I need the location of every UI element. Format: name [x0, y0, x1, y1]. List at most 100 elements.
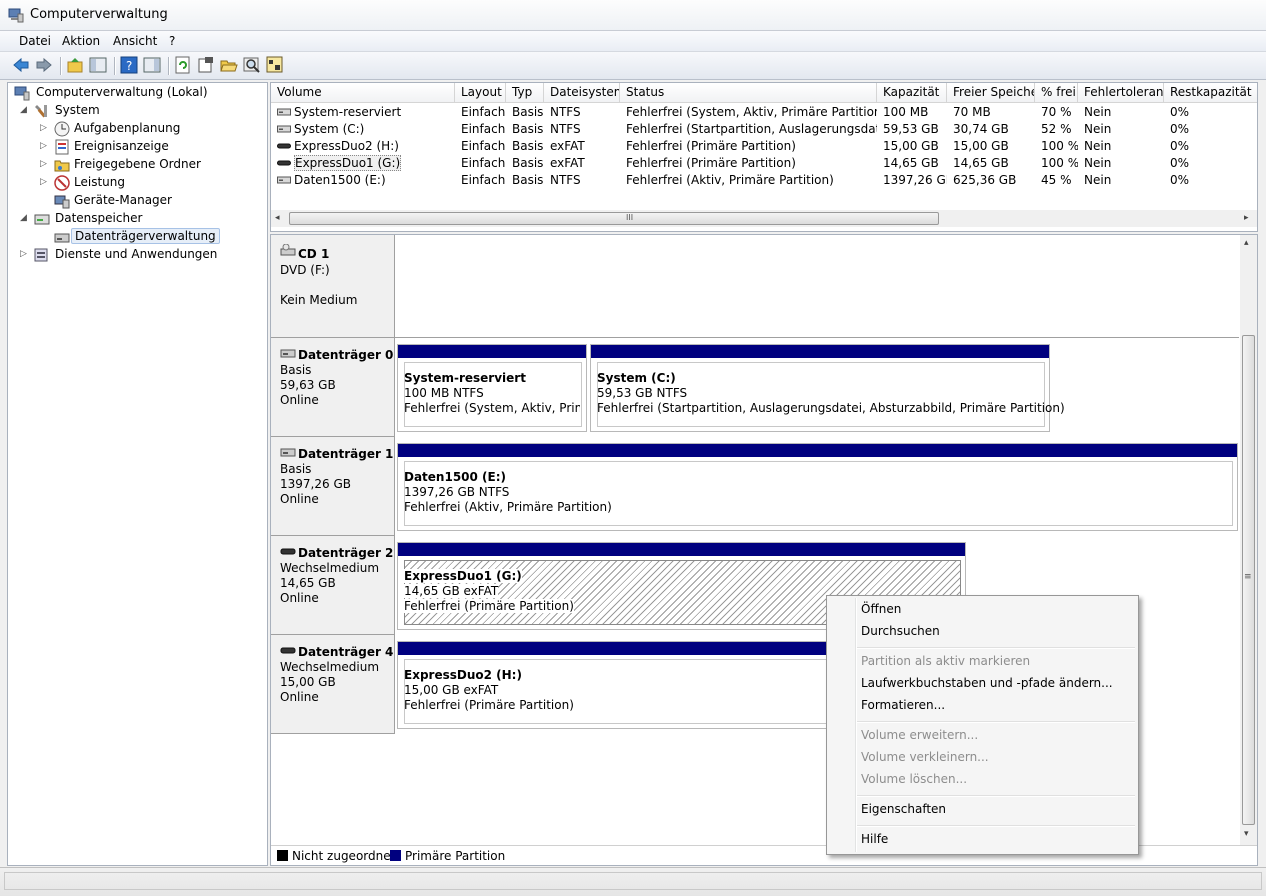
table-row[interactable]: ExpressDuo1 (G:) Einfach Basis exFAT Fehlerf…	[271, 155, 1257, 172]
scroll-left-icon[interactable]: ◂	[275, 213, 280, 223]
disk-row-1[interactable]: Datenträger 1 Basis 1397,26 GB Online Da…	[271, 437, 1239, 536]
tree-item-geraete-manager[interactable]: Geräte-Manager	[12, 192, 262, 210]
menu-aktion[interactable]: Aktion	[62, 34, 100, 48]
table-row[interactable]: System-reserviert Einfach Basis NTFS Fehlerf…	[271, 104, 1257, 121]
cell-text: Einfach	[461, 173, 506, 187]
disk-label[interactable]: Datenträger 2 Wechselmedium 14,65 GB Onl…	[271, 536, 395, 635]
disk-label[interactable]: Datenträger 0 Basis 59,63 GB Online	[271, 338, 395, 437]
disk-settings-icon[interactable]	[266, 56, 284, 74]
column-header-kapazitaet[interactable]: Kapazität	[877, 83, 947, 102]
expand-icon[interactable]: ▷	[20, 249, 30, 259]
tree-item-freigegebene-ordner[interactable]: ▷ Freigegebene Ordner	[12, 156, 262, 174]
computer-management-icon	[8, 8, 24, 23]
cell-text: 45 %	[1041, 173, 1072, 187]
show-hide-action-pane-icon[interactable]	[143, 56, 161, 74]
table-row[interactable]: ExpressDuo2 (H:) Einfach Basis exFAT Fehlerf…	[271, 138, 1257, 155]
partition-system-reserved[interactable]: System-reserviert 100 MB NTFS Fehlerfrei…	[397, 344, 587, 432]
scroll-down-icon[interactable]: ▾	[1244, 829, 1249, 839]
menu-item-volume-erweitern[interactable]: Volume erweitern...	[861, 728, 978, 742]
disk-row-cd1[interactable]: CD 1 DVD (F:) Kein Medium	[271, 235, 1239, 338]
table-cell: ExpressDuo1 (G:)	[271, 155, 455, 172]
search-icon[interactable]	[243, 56, 261, 74]
vertical-scrollbar[interactable]: ▴ ≡ ▾	[1240, 235, 1257, 845]
column-header-volume[interactable]: Volume	[271, 83, 455, 102]
scrollbar-thumb[interactable]: III	[289, 212, 939, 225]
disk-row-0[interactable]: Datenträger 0 Basis 59,63 GB Online Syst…	[271, 338, 1239, 437]
partition-system-c[interactable]: System (C:) 59,53 GB NTFS Fehlerfrei (St…	[590, 344, 1065, 432]
table-row[interactable]: Daten1500 (E:) Einfach Basis NTFS Fehlerfrei…	[271, 172, 1257, 189]
volume-list: Volume Layout Typ Dateisystem Status Kap…	[270, 82, 1258, 232]
disk-state: Online	[280, 591, 319, 605]
table-cell: Fehlerfrei (Aktiv, Primäre Partition)	[620, 172, 877, 189]
context-menu: Öffnen Durchsuchen Partition als aktiv m…	[826, 595, 1139, 855]
tree-item-ereignisanzeige[interactable]: ▷ Ereignisanzeige	[12, 138, 262, 156]
disk-label[interactable]: Datenträger 1 Basis 1397,26 GB Online	[271, 437, 395, 536]
menu-item-volume-loeschen[interactable]: Volume löschen...	[861, 772, 967, 786]
table-cell: 14,65 GB	[947, 155, 1035, 172]
menu-help[interactable]: ?	[169, 34, 175, 48]
table-row[interactable]: System (C:) Einfach Basis NTFS Fehlerfrei (S…	[271, 121, 1257, 138]
expand-icon[interactable]: ▷	[40, 141, 50, 151]
column-header-fehlertoleranz[interactable]: Fehlertoleranz	[1078, 83, 1164, 102]
column-header-restkapazitaet[interactable]: Restkapazität	[1164, 83, 1257, 102]
table-cell: 59,53 GB	[877, 121, 947, 138]
column-header-freier-speicher[interactable]: Freier Speicher	[947, 83, 1035, 102]
column-header-prozent-frei[interactable]: % frei	[1035, 83, 1078, 102]
expand-icon[interactable]: ▷	[40, 159, 50, 169]
open-folder-icon[interactable]	[220, 56, 238, 74]
table-cell: 30,74 GB	[947, 121, 1035, 138]
column-header-dateisystem[interactable]: Dateisystem	[544, 83, 620, 102]
properties-icon[interactable]	[197, 56, 215, 74]
show-hide-tree-icon[interactable]	[89, 56, 107, 74]
cell-text: 0%	[1170, 156, 1190, 170]
tree-item-leistung[interactable]: ▷ Leistung	[12, 174, 262, 192]
collapse-icon[interactable]: ◢	[20, 105, 30, 115]
tree-item-aufgabenplanung[interactable]: ▷ Aufgabenplanung	[12, 120, 262, 138]
menu-datei[interactable]: Datei	[19, 34, 51, 48]
forward-icon[interactable]	[35, 56, 53, 74]
menu-item-oeffnen[interactable]: Öffnen	[861, 602, 901, 616]
expand-icon[interactable]: ▷	[40, 123, 50, 133]
table-cell: NTFS	[544, 104, 620, 121]
cell-text: 100 MB	[883, 105, 929, 119]
tree-item-label: System	[55, 103, 100, 117]
table-cell: 70 %	[1035, 104, 1078, 121]
disk-label[interactable]: CD 1 DVD (F:) Kein Medium	[271, 235, 395, 338]
tree-item-datentraegerverwaltung[interactable]: Datenträgerverwaltung	[12, 228, 262, 246]
tree-item-system[interactable]: ◢ System	[12, 102, 262, 120]
menu-item-durchsuchen[interactable]: Durchsuchen	[861, 624, 940, 638]
help-icon[interactable]: ?	[120, 56, 138, 74]
cell-text: Fehlerfrei (Primäre Partition)	[626, 139, 796, 153]
menu-item-laufwerkbuchstaben[interactable]: Laufwerkbuchstaben und -pfade ändern...	[861, 676, 1113, 690]
menu-item-formatieren[interactable]: Formatieren...	[861, 698, 945, 712]
svg-text:?: ?	[126, 59, 132, 73]
scroll-up-icon[interactable]: ▴	[1244, 238, 1249, 248]
menu-item-partition-aktiv[interactable]: Partition als aktiv markieren	[861, 654, 1030, 668]
clock-icon	[54, 121, 70, 137]
back-icon[interactable]	[12, 56, 30, 74]
menu-item-volume-verkleinern[interactable]: Volume verkleinern...	[861, 750, 989, 764]
up-folder-icon[interactable]	[66, 56, 84, 74]
tree-item-datenspeicher[interactable]: ◢ Datenspeicher	[12, 210, 262, 228]
collapse-icon[interactable]: ◢	[20, 213, 30, 223]
tree-item-dienste-und-anwendungen[interactable]: ▷ Dienste und Anwendungen	[12, 246, 262, 264]
disk-size: 59,63 GB	[280, 378, 336, 392]
horizontal-scrollbar[interactable]: ◂ III ▸	[271, 210, 1257, 227]
menu-item-hilfe[interactable]: Hilfe	[861, 832, 888, 846]
refresh-icon[interactable]	[174, 56, 192, 74]
disk-name: CD 1	[298, 247, 330, 261]
column-header-typ[interactable]: Typ	[506, 83, 544, 102]
disk-size: 14,65 GB	[280, 576, 336, 590]
disk-label[interactable]: Datenträger 4 Wechselmedium 15,00 GB Onl…	[271, 635, 395, 734]
expand-icon[interactable]: ▷	[40, 177, 50, 187]
menu-ansicht[interactable]: Ansicht	[113, 34, 157, 48]
partition-daten1500-e[interactable]: Daten1500 (E:) 1397,26 GB NTFS Fehlerfre…	[397, 443, 1238, 531]
disk-size: 15,00 GB	[280, 675, 336, 689]
scroll-right-icon[interactable]: ▸	[1244, 213, 1249, 223]
menu-item-eigenschaften[interactable]: Eigenschaften	[861, 802, 946, 816]
column-header-status[interactable]: Status	[620, 83, 877, 102]
cell-text: Nein	[1084, 156, 1112, 170]
tree-item-computerverwaltung[interactable]: Computerverwaltung (Lokal)	[12, 84, 262, 102]
table-cell: Nein	[1078, 104, 1164, 121]
column-header-layout[interactable]: Layout	[455, 83, 506, 102]
